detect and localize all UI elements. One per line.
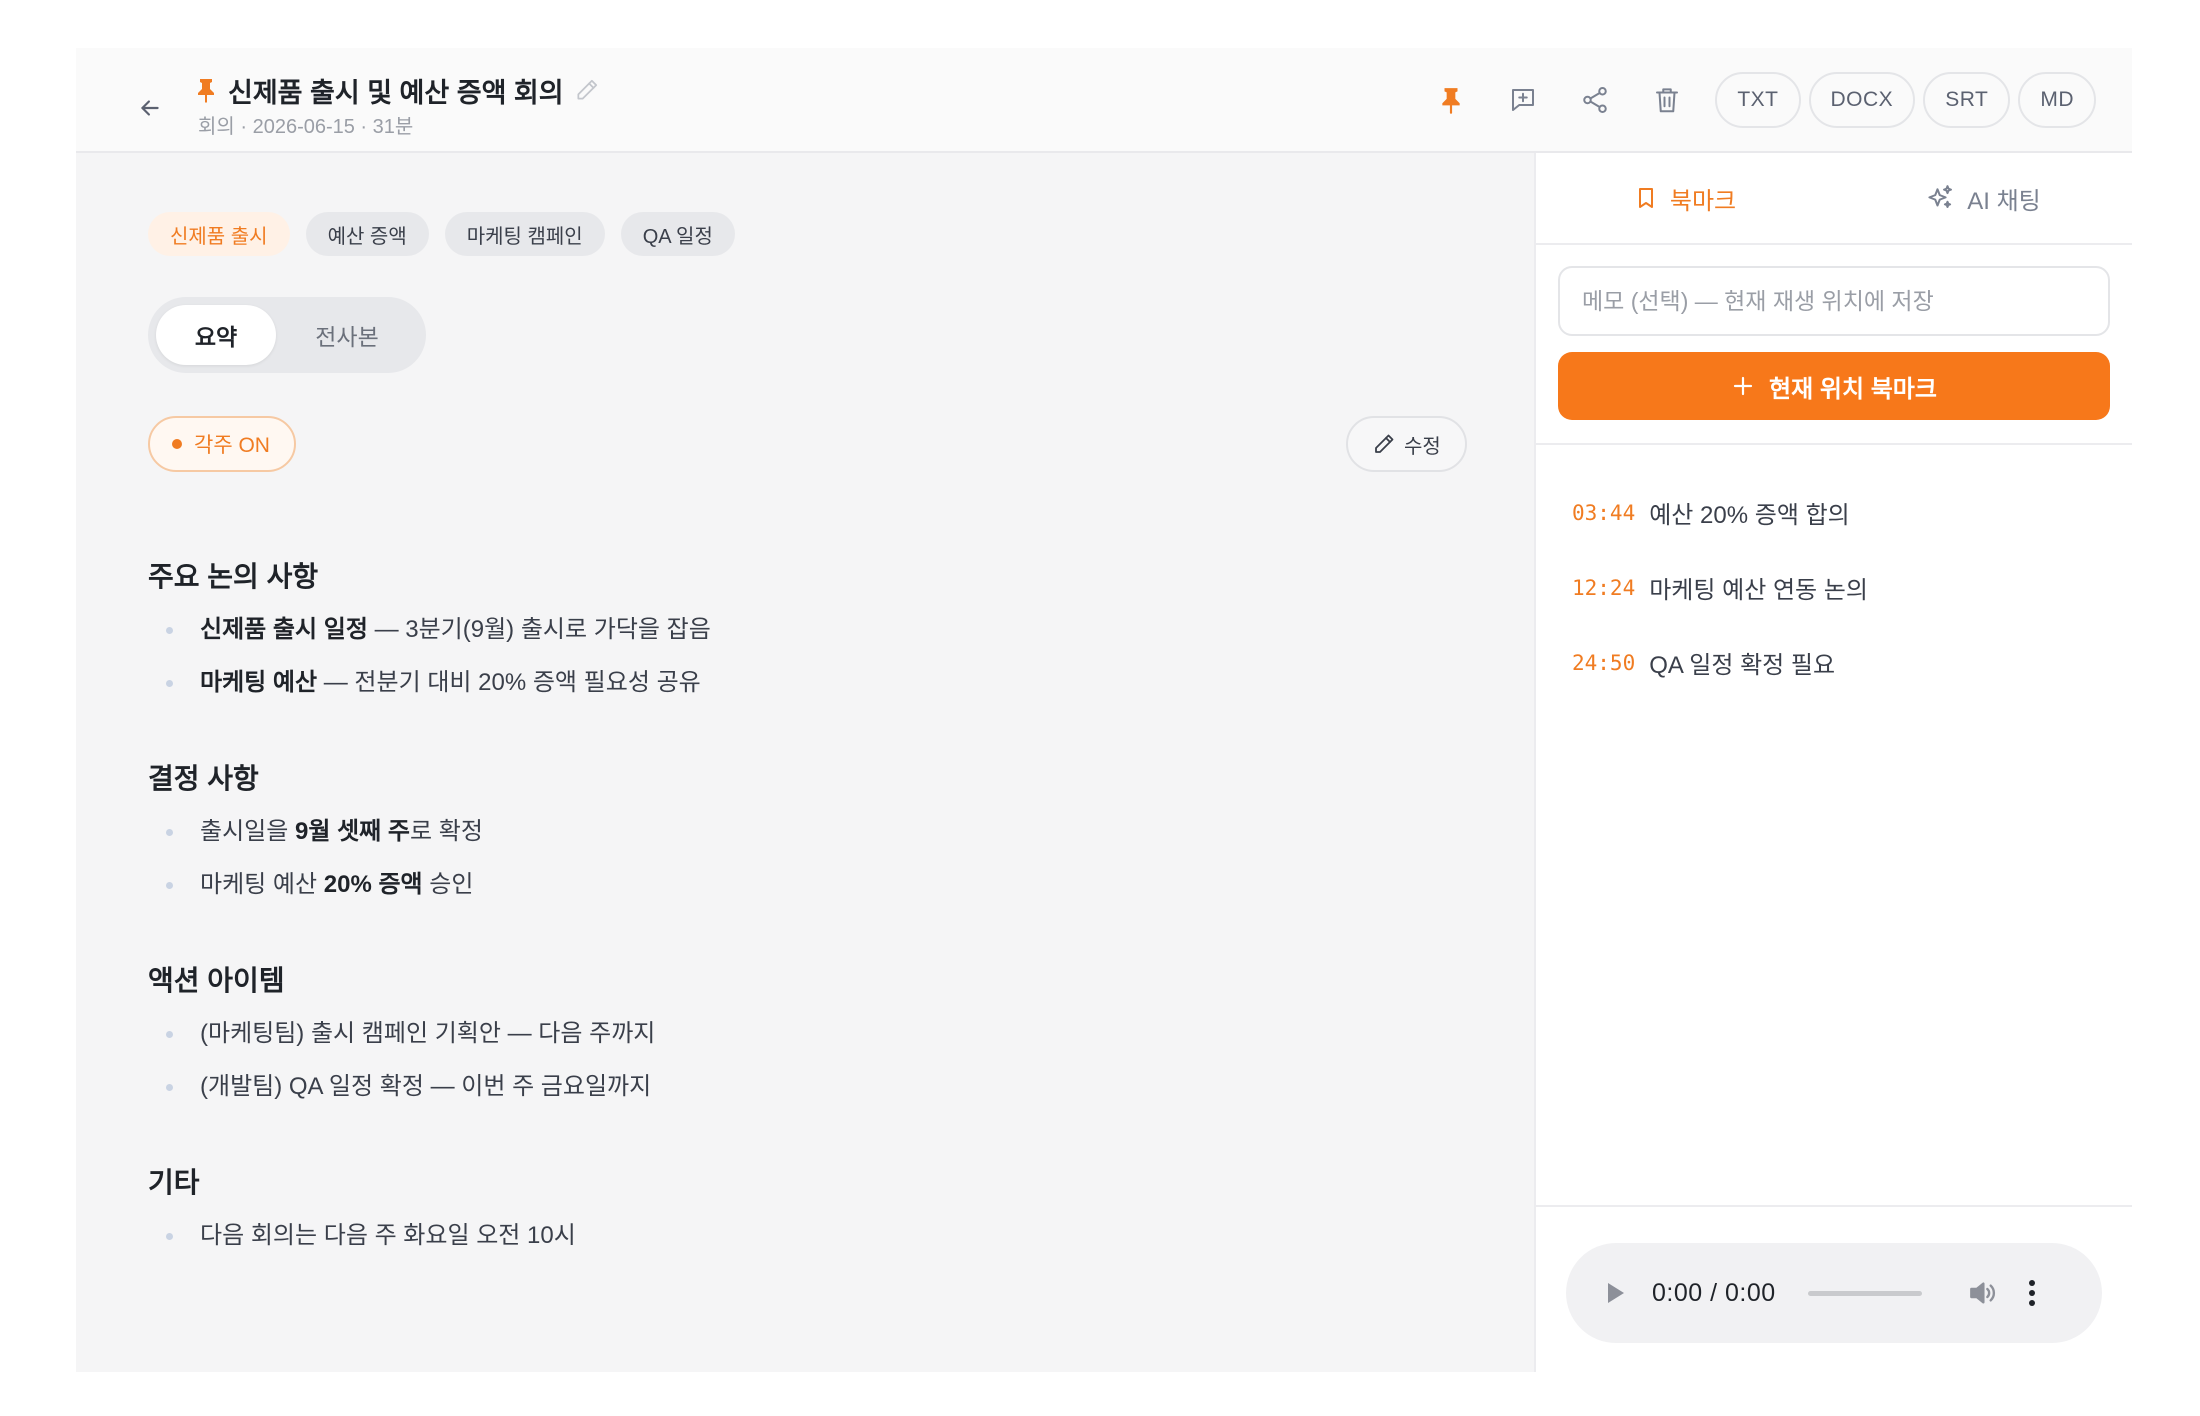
tag-list: 신제품 출시 예산 증액 마케팅 캠페인 QA 일정 [148, 212, 735, 256]
header-actions: TXT DOCX SRT MD [1409, 72, 2096, 128]
bookmark-time: 24:50 [1572, 650, 1636, 675]
tag-chip[interactable]: QA 일정 [620, 212, 735, 256]
tag-chip[interactable]: 마케팅 캠페인 [444, 212, 605, 256]
list-item: (마케팅팀) 출시 캠페인 기획안 — 다음 주까지 [148, 1007, 655, 1060]
section-action-items: 액션 아이템 (마케팅팀) 출시 캠페인 기획안 — 다음 주까지 (개발팀) … [148, 961, 655, 1113]
share-button[interactable] [1565, 72, 1625, 128]
tab-summary[interactable]: 요약 [156, 305, 276, 365]
bookmark-label: 마케팅 예산 연동 논의 [1649, 577, 1868, 604]
play-icon [1608, 1283, 1624, 1303]
pencil-icon [1375, 434, 1394, 453]
page-subtitle: 회의 · 2026-06-15 · 31분 [198, 116, 414, 138]
export-md-button[interactable]: MD [2018, 72, 2096, 128]
list-item: 다음 회의는 다음 주 화요일 오전 10시 [148, 1209, 576, 1262]
edit-button[interactable]: 수정 [1346, 416, 1467, 472]
bookmark-item[interactable]: 12:24 마케팅 예산 연동 논의 [1572, 550, 2112, 625]
volume-icon [1969, 1282, 1995, 1304]
section-other: 기타 다음 회의는 다음 주 화요일 오전 10시 [148, 1163, 576, 1262]
section-heading: 기타 [148, 1167, 200, 1198]
bookmark-item[interactable]: 03:44 예산 20% 증액 합의 [1572, 475, 2112, 550]
comment-plus-icon [1512, 89, 1535, 111]
add-comment-button[interactable] [1493, 72, 1553, 128]
audio-player: 0:00 / 0:00 [1566, 1243, 2102, 1343]
divider [1536, 443, 2132, 445]
bookmark-time: 03:44 [1572, 500, 1636, 525]
more-options-button[interactable] [2020, 1275, 2044, 1311]
list-item: 신제품 출시 일정 — 3분기(9월) 출시로 가닥을 잡음 [148, 603, 711, 656]
bookmark-icon [1638, 188, 1653, 208]
tab-ai-chat[interactable]: AI 채팅 [1834, 153, 2132, 243]
back-button[interactable] [128, 86, 172, 130]
list-item: 출시일을 9월 셋째 주로 확정 [148, 805, 483, 858]
share-icon [1583, 87, 1608, 113]
delete-button[interactable] [1637, 72, 1697, 128]
page-title: 신제품 출시 및 예산 증액 회의 [228, 77, 564, 108]
divider [1536, 1205, 2132, 1207]
sidebar-panel: 북마크 AI 채팅 현재 위치 북마크 03:44 예산 20% 증 [1534, 153, 2132, 1372]
edit-button-label: 수정 [1404, 435, 1441, 458]
pin-icon [198, 79, 214, 103]
list-item: 마케팅 예산 — 전분기 대비 20% 증액 필요성 공유 [148, 656, 711, 709]
more-vertical-icon [2028, 1280, 2035, 1306]
section-heading: 액션 아이템 [148, 965, 285, 996]
app-window: 신제품 출시 및 예산 증액 회의 회의 · 2026-06-15 · 31분 [76, 48, 2132, 1372]
bookmark-list: 03:44 예산 20% 증액 합의 12:24 마케팅 예산 연동 논의 24… [1572, 475, 2112, 700]
pencil-icon[interactable] [574, 77, 600, 103]
header-bar: 신제품 출시 및 예산 증액 회의 회의 · 2026-06-15 · 31분 [76, 48, 2132, 153]
tab-transcript[interactable]: 전사본 [276, 305, 418, 365]
section-heading: 결정 사항 [148, 763, 259, 794]
volume-button[interactable] [1964, 1275, 2000, 1311]
sparkles-icon [1928, 185, 1953, 208]
progress-slider[interactable] [1807, 1290, 1922, 1296]
bookmark-time: 12:24 [1572, 575, 1636, 600]
export-txt-button[interactable]: TXT [1715, 72, 1801, 128]
main-panel: 신제품 출시 예산 증액 마케팅 캠페인 QA 일정 요약 전사본 각주 ON … [76, 153, 1534, 1372]
captions-toggle-label: 각주 ON [194, 434, 270, 457]
sidebar-tabs: 북마크 AI 채팅 [1536, 153, 2132, 245]
list-item: 마케팅 예산 20% 증액 승인 [148, 858, 483, 911]
player-time: 0:00 / 0:00 [1652, 1278, 1776, 1307]
view-segmented-control: 요약 전사본 [148, 297, 426, 373]
add-bookmark-label: 현재 위치 북마크 [1769, 375, 1937, 403]
memo-input[interactable] [1558, 266, 2110, 336]
tab-bookmarks[interactable]: 북마크 [1536, 153, 1834, 243]
title-row: 신제품 출시 및 예산 증액 회의 [194, 68, 600, 112]
status-dot [172, 439, 182, 449]
section-heading: 주요 논의 사항 [148, 561, 319, 592]
bookmark-item[interactable]: 24:50 QA 일정 확정 필요 [1572, 625, 2112, 700]
captions-toggle[interactable]: 각주 ON [148, 416, 296, 472]
play-button[interactable] [1598, 1275, 1634, 1311]
bookmark-label: 예산 20% 증액 합의 [1649, 502, 1850, 529]
export-srt-button[interactable]: SRT [1923, 72, 2011, 128]
section-decisions: 결정 사항 출시일을 9월 셋째 주로 확정 마케팅 예산 20% 증액 승인 [148, 759, 483, 911]
export-docx-button[interactable]: DOCX [1808, 72, 1916, 128]
tag-chip[interactable]: 신제품 출시 [148, 212, 290, 256]
bookmark-label: QA 일정 확정 필요 [1649, 652, 1836, 679]
section-discussion: 주요 논의 사항 신제품 출시 일정 — 3분기(9월) 출시로 가닥을 잡음 … [148, 557, 711, 709]
pin-icon [1442, 88, 1461, 115]
arrow-left-icon [141, 100, 159, 116]
add-bookmark-button[interactable]: 현재 위치 북마크 [1558, 352, 2110, 420]
plus-icon [1733, 376, 1753, 396]
tag-chip[interactable]: 예산 증액 [305, 212, 429, 256]
list-item: (개발팀) QA 일정 확정 — 이번 주 금요일까지 [148, 1060, 655, 1113]
pin-button[interactable] [1421, 72, 1481, 128]
trash-icon [1656, 88, 1679, 113]
tab-bookmarks-label: 북마크 [1669, 187, 1737, 215]
tab-ai-chat-label: AI 채팅 [1967, 187, 2041, 215]
